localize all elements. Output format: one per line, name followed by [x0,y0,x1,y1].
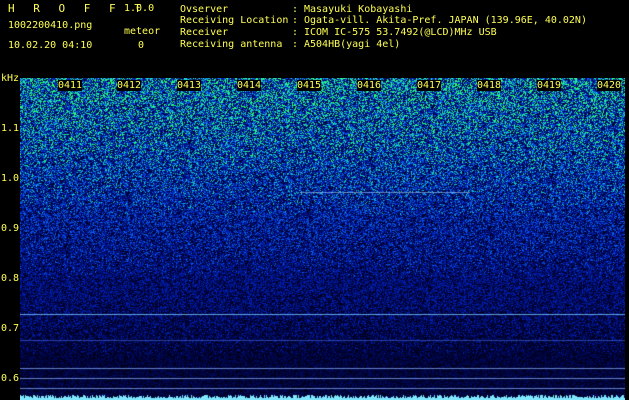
info-colon: : [292,4,299,15]
spectrogram-canvas [20,78,625,400]
spectrogram [20,78,625,400]
info-key: Receiving Location [180,15,289,26]
meteor-label: meteor [124,26,161,37]
info-colon: : [292,27,299,38]
freq-label: 0.7 [1,323,20,334]
time-tick: 0419 [537,80,562,91]
file-name: 1002200410.png [8,20,93,31]
info-value: Ogata-vill. Akita-Pref. JAPAN (139.96E, … [304,15,587,26]
info-value: ICOM IC-575 53.7492(@LCD)MHz USB [304,27,497,38]
date-time: 10.02.20 04:10 [8,40,93,51]
time-tick: 0416 [357,80,382,91]
time-tick: 0420 [597,80,622,91]
hroft-window: H R O F F T 1.0.0 1002200410.png 10.02.2… [0,0,629,400]
freq-label: 1.0 [1,173,20,184]
info-key: Receiver [180,27,229,38]
time-tick: 0414 [237,80,262,91]
info-colon: : [292,15,299,26]
info-key: Receiving antenna [180,39,283,50]
freq-label: 0.8 [1,273,20,284]
time-tick: 0413 [177,80,202,91]
freq-unit-label: kHz [1,73,20,84]
time-tick: 0418 [477,80,502,91]
meteor-count: 0 [138,40,145,51]
time-tick: 0415 [297,80,322,91]
info-key: Ovserver [180,4,229,15]
app-version: 1.0.0 [124,3,155,14]
freq-label: 0.9 [1,223,20,234]
frequency-axis: kHz 1.1 1.0 0.9 0.8 0.7 0.6 [0,0,20,400]
freq-label: 1.1 [1,123,20,134]
time-tick: 0417 [417,80,442,91]
info-value: Masayuki Kobayashi [304,4,413,15]
time-tick: 0412 [117,80,142,91]
info-value: A504HB(yagi 4el) [304,39,401,50]
time-tick: 0411 [58,80,83,91]
time-axis: 0411 0412 0413 0414 0415 0416 0417 0418 … [20,80,625,92]
freq-label: 0.6 [1,373,20,384]
info-colon: : [292,39,299,50]
